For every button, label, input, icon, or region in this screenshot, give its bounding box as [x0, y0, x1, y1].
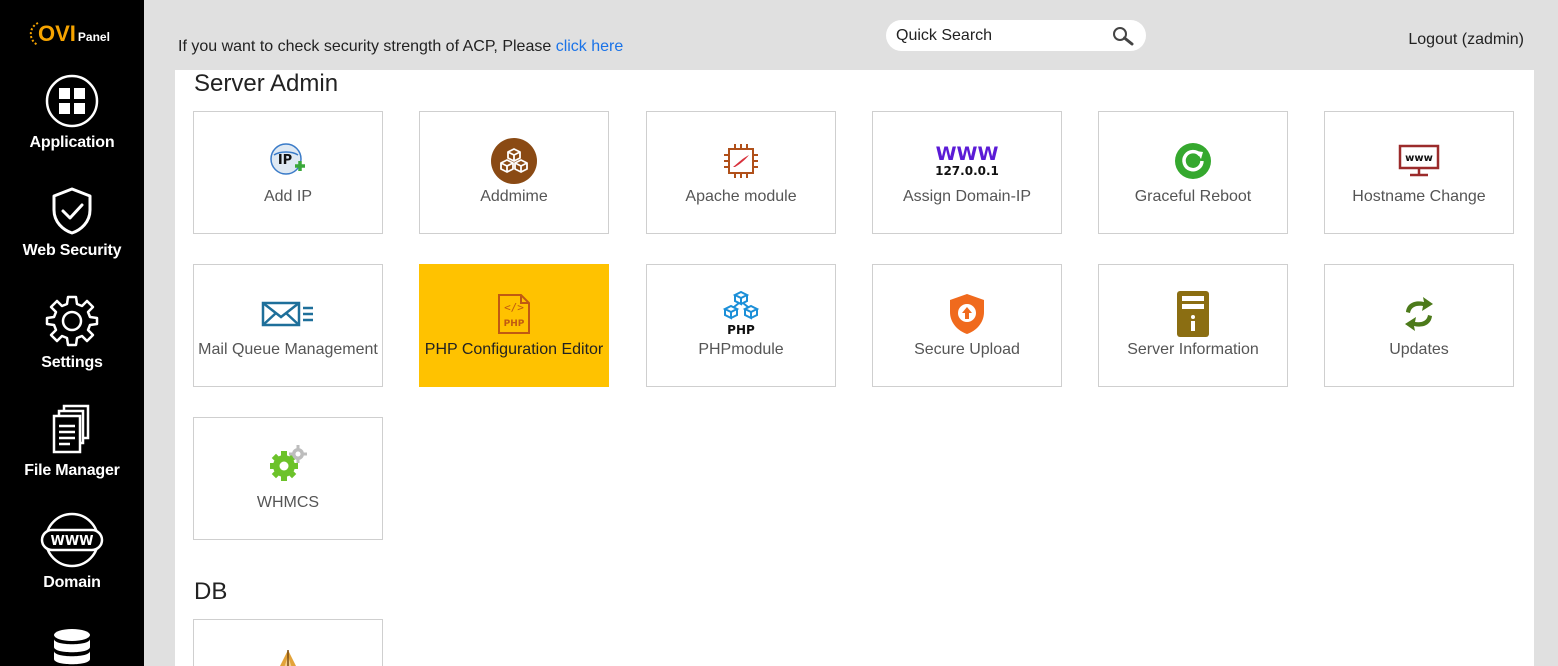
www-icon: WWW — [40, 512, 104, 568]
tile-label: Apache module — [685, 188, 797, 205]
grid-icon — [45, 74, 99, 128]
files-icon — [52, 404, 90, 454]
tile-label: PHP Configuration Editor — [424, 341, 604, 358]
reboot-icon — [1099, 138, 1287, 184]
sidebar-item-label: File Manager — [24, 462, 120, 479]
icon-text: PHP — [727, 323, 755, 337]
php-config-icon: </> PHP — [420, 291, 608, 337]
search-icon[interactable] — [1112, 26, 1134, 46]
sidebar-item-web-security[interactable]: Web Security — [0, 186, 144, 260]
add-ip-icon: IP — [194, 138, 382, 184]
main-panel: Server Admin IP Add IP Addmime Apache mo… — [175, 70, 1534, 666]
logo-main-text: OVI — [38, 21, 76, 46]
tile-secure-upload[interactable]: Secure Upload — [872, 264, 1062, 387]
sidebar-item-settings[interactable]: Settings — [0, 294, 144, 372]
svg-text:</>: </> — [504, 301, 524, 314]
whmcs-icon — [194, 440, 382, 486]
tile-assign-domain-ip[interactable]: WWW 127.0.0.1 Assign Domain-IP — [872, 111, 1062, 234]
svg-text:WWW: WWW — [50, 534, 93, 549]
sidebar-item-label: Application — [29, 134, 115, 151]
tile-label: Updates — [1389, 341, 1449, 358]
sidebar-item-label: Web Security — [22, 242, 122, 259]
tile-db-tool[interactable] — [193, 619, 383, 666]
tile-label: Hostname Change — [1352, 188, 1486, 205]
ovipanel-logo[interactable]: OVI Panel — [24, 18, 110, 50]
security-message: If you want to check security strength o… — [178, 38, 623, 56]
sidebar-item-application[interactable]: Application — [0, 74, 144, 152]
tile-label: Add IP — [263, 188, 313, 205]
tile-label: PHPmodule — [698, 341, 784, 358]
section-title-db: DB — [194, 578, 228, 605]
tile-hostname-change[interactable]: www Hostname Change — [1324, 111, 1514, 234]
addmime-icon — [420, 138, 608, 184]
security-text: If you want to check security strength o… — [178, 38, 556, 55]
sidebar-item-domain[interactable]: WWW Domain — [0, 512, 144, 592]
icon-text: www — [1405, 153, 1433, 164]
tile-php-configuration-editor[interactable]: </> PHP PHP Configuration Editor — [419, 264, 609, 387]
quick-search — [886, 20, 1146, 51]
sidebar: OVI Panel Application Web Security Setti… — [0, 0, 144, 666]
svg-text:IP: IP — [278, 153, 292, 168]
database-icon — [54, 629, 90, 665]
icon-text-ip: 127.0.0.1 — [935, 164, 999, 178]
apache-module-icon — [647, 138, 835, 184]
logout-link[interactable]: Logout (zadmin) — [1408, 31, 1524, 49]
assign-domain-ip-icon: WWW 127.0.0.1 — [873, 138, 1061, 184]
mail-queue-icon — [194, 291, 382, 337]
db-tool-icon — [194, 648, 382, 666]
tile-server-information[interactable]: Server Information — [1098, 264, 1288, 387]
tile-add-ip[interactable]: IP Add IP — [193, 111, 383, 234]
sidebar-item-label: Domain — [43, 574, 101, 591]
tile-updates[interactable]: Updates — [1324, 264, 1514, 387]
tile-addmime[interactable]: Addmime — [419, 111, 609, 234]
logo-sub-text: Panel — [77, 30, 110, 44]
updates-icon — [1325, 291, 1513, 337]
shield-check-icon — [52, 187, 92, 235]
secure-upload-icon — [873, 291, 1061, 337]
gear-icon — [45, 295, 99, 347]
sidebar-item-file-manager[interactable]: File Manager — [0, 404, 144, 480]
sidebar-item-label: Settings — [41, 354, 103, 371]
quick-search-input[interactable] — [896, 26, 1112, 45]
tile-mail-queue-management[interactable]: Mail Queue Management — [193, 264, 383, 387]
sidebar-item-database[interactable] — [0, 628, 144, 666]
tile-label: WHMCS — [256, 494, 320, 511]
tile-label: Mail Queue Management — [198, 341, 378, 358]
server-info-icon — [1099, 291, 1287, 337]
tile-whmcs[interactable]: WHMCS — [193, 417, 383, 540]
tile-label: Graceful Reboot — [1134, 188, 1252, 205]
tile-label: Addmime — [480, 188, 548, 205]
tile-apache-module[interactable]: Apache module — [646, 111, 836, 234]
tile-phpmodule[interactable]: PHP PHPmodule — [646, 264, 836, 387]
tile-label: Assign Domain-IP — [902, 188, 1032, 205]
tile-graceful-reboot[interactable]: Graceful Reboot — [1098, 111, 1288, 234]
icon-text: PHP — [504, 319, 525, 329]
tile-label: Secure Upload — [914, 341, 1020, 358]
hostname-icon: www — [1325, 138, 1513, 184]
tile-label: Server Information — [1127, 341, 1259, 358]
section-title-server-admin: Server Admin — [194, 70, 339, 97]
icon-text-www: WWW — [935, 143, 999, 165]
security-check-link[interactable]: click here — [556, 38, 624, 55]
php-module-icon: PHP — [647, 290, 835, 337]
